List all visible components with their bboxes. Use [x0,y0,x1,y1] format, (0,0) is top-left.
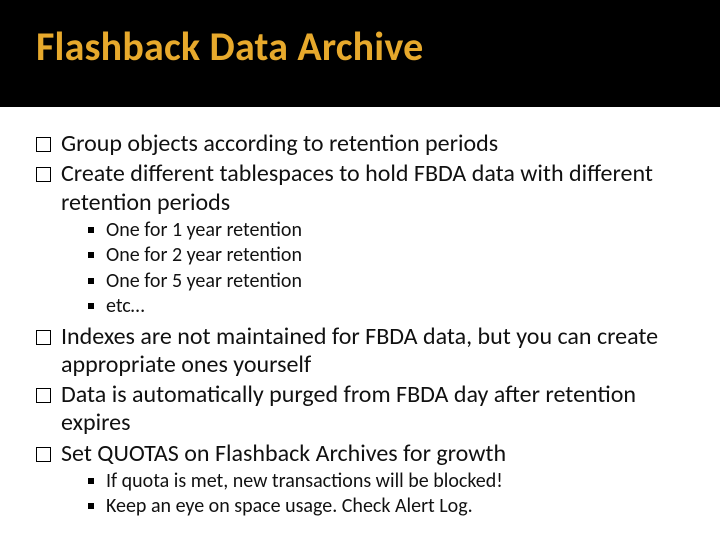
slide-title: Flashback Data Archive [36,22,720,71]
square-fill-icon [88,303,94,309]
bullet-lvl2: Keep an eye on space usage. Check Alert … [88,494,684,518]
bullet-text: Data is automatically purged from FBDA d… [61,381,684,438]
bullet-lvl1: Set QUOTAS on Flashback Archives for gro… [36,440,684,468]
bullet-lvl2: One for 5 year retention [88,269,684,293]
bullet-lvl1: Create different tablespaces to hold FBD… [36,160,684,217]
bullet-lvl1: Indexes are not maintained for FBDA data… [36,323,684,380]
square-fill-icon [88,278,94,284]
title-bar: Flashback Data Archive [0,0,720,107]
bullet-text: One for 5 year retention [106,269,684,293]
bullet-lvl2: One for 1 year retention [88,218,684,242]
square-outline-icon [36,330,51,345]
spacer [36,319,684,321]
bullet-text: Group objects according to retention per… [61,130,684,158]
square-outline-icon [36,388,51,403]
bullet-text: etc… [106,294,684,318]
bullet-lvl1: Group objects according to retention per… [36,130,684,158]
square-outline-icon [36,167,51,182]
bullet-text: One for 1 year retention [106,218,684,242]
square-fill-icon [88,252,94,258]
bullet-text: Set QUOTAS on Flashback Archives for gro… [61,440,684,468]
square-fill-icon [88,227,94,233]
square-outline-icon [36,447,51,462]
slide: Flashback Data Archive Group objects acc… [0,0,720,540]
bullet-lvl2: etc… [88,294,684,318]
square-fill-icon [88,478,94,484]
bullet-text: Keep an eye on space usage. Check Alert … [106,494,684,518]
bullet-text: Create different tablespaces to hold FBD… [61,160,684,217]
square-fill-icon [88,503,94,509]
square-outline-icon [36,137,51,152]
bullet-text: Indexes are not maintained for FBDA data… [61,323,684,380]
bullet-lvl1: Data is automatically purged from FBDA d… [36,381,684,438]
bullet-lvl2: If quota is met, new transactions will b… [88,469,684,493]
bullet-lvl2: One for 2 year retention [88,243,684,267]
bullet-text: If quota is met, new transactions will b… [106,469,684,493]
bullet-text: One for 2 year retention [106,243,684,267]
slide-body: Group objects according to retention per… [36,128,684,519]
